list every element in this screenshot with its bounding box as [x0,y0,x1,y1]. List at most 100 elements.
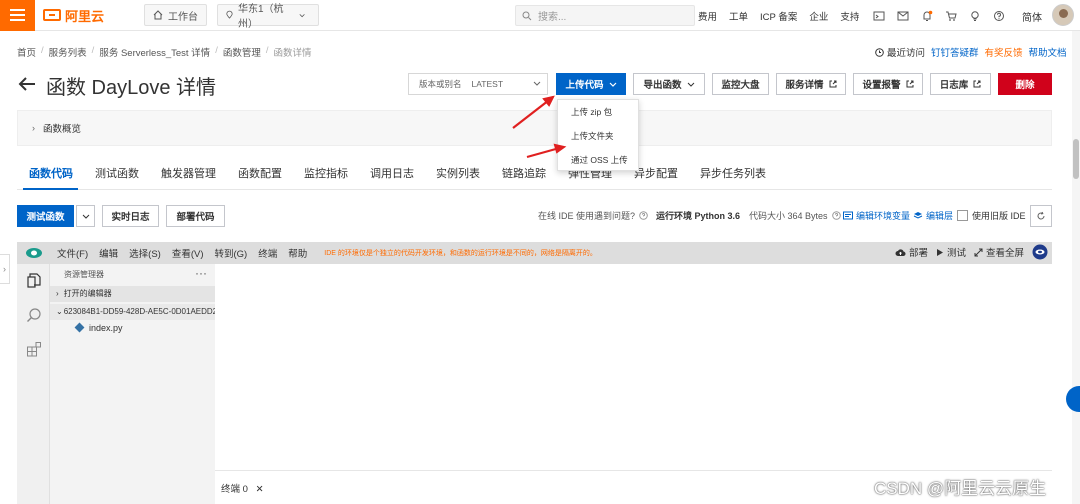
lightbulb-icon[interactable] [964,5,986,27]
tab-async-task-list[interactable]: 异步任务列表 [689,160,777,189]
test-options-button[interactable] [76,205,95,227]
aliyun-logo[interactable]: 阿里云 [43,6,104,25]
ide-question-text: 在线 IDE 使用遇到问题? [538,211,636,221]
annotation-arrowhead-upload-button [542,95,555,107]
region-label: 华东1（杭州） [237,4,284,30]
ide-menu-file[interactable]: 文件(F) [57,246,88,260]
region-selector[interactable]: 华东1（杭州） [217,4,320,30]
link-ticket[interactable]: 工单 [729,9,748,23]
edit-env-vars-link[interactable]: 编辑环境变量 [843,209,910,222]
more-icon[interactable]: ··· [195,262,207,284]
tab-function-code[interactable]: 函数代码 [17,160,84,190]
tab-instance-list[interactable]: 实例列表 [425,160,491,189]
dingtalk-group-link[interactable]: 钉钉答疑群 [931,45,979,59]
floating-help-button[interactable] [1066,386,1080,412]
tab-trigger-management[interactable]: 触发器管理 [150,160,227,189]
help-docs-link[interactable]: 帮助文档 [1029,45,1067,59]
bell-icon[interactable] [916,5,938,27]
menu-item-upload-zip[interactable]: 上传 zip 包 [558,100,638,124]
feedback-link[interactable]: 有奖反馈 [985,45,1023,59]
workbench-button[interactable]: 工作台 [144,4,208,26]
deploy-code-button[interactable]: 部署代码 [166,205,225,227]
ide-test-button[interactable]: 测试 [936,245,966,259]
monitor-dashboard-button[interactable]: 监控大盘 [712,73,769,95]
ide-fullscreen-button[interactable]: 查看全屏 [974,245,1024,259]
explorer-icon[interactable] [17,264,50,298]
ide-deploy-label: 部署 [908,248,928,259]
service-detail-button[interactable]: 服务详情 [776,73,846,95]
expand-sidebar-handle[interactable]: › [0,254,10,284]
tab-monitor-metrics[interactable]: 监控指标 [293,160,359,189]
explorer-title: 资源管理器 [64,270,104,279]
layers-icon [913,212,923,219]
folder-section[interactable]: ⌄623084B1-DD59-428D-AE5C-0D01AEDD2AEE [50,304,215,320]
folder-name: 623084B1-DD59-428D-AE5C-0D01AEDD2AEE [63,307,215,316]
language-switch[interactable]: 简体 [1022,9,1042,24]
use-old-ide-checkbox[interactable] [957,210,968,221]
header-quick-links: 最近访问 钉钉答疑群 有奖反馈 帮助文档 [875,45,1067,59]
crumb-function-management[interactable]: 函数管理 [223,45,261,59]
ide-menu-edit[interactable]: 编辑 [99,246,118,260]
link-support[interactable]: 支持 [840,9,859,23]
refresh-icon [1037,211,1045,220]
message-icon[interactable] [892,5,914,27]
python-file-icon [74,322,85,333]
file-item[interactable]: index.py [50,320,215,337]
refresh-button[interactable] [1030,205,1052,227]
open-editors-section[interactable]: › 打开的编辑器 [50,286,215,302]
version-select[interactable]: 版本或别名 LATEST [408,73,548,95]
file-name: index.py [89,323,123,333]
tab-test-function[interactable]: 测试函数 [84,160,150,189]
crumb-service-detail[interactable]: 服务 Serverless_Test 详情 [99,45,210,59]
ide-menu-view[interactable]: 查看(V) [172,246,204,260]
link-billing[interactable]: 费用 [698,9,717,23]
top-links: 费用 工单 ICP 备案 企业 支持 [698,0,871,31]
upload-code-button[interactable]: 上传代码 [556,73,626,95]
delete-button[interactable]: 删除 [998,73,1052,95]
edit-layer-link[interactable]: 编辑层 [913,209,953,222]
realtime-log-button[interactable]: 实时日志 [102,205,159,227]
recent-visits-link[interactable]: 最近访问 [887,45,925,59]
ide-menu-selection[interactable]: 选择(S) [129,246,161,260]
link-icp[interactable]: ICP 备案 [760,9,797,23]
tab-tracing[interactable]: 链路追踪 [491,160,557,189]
ide-account-icon[interactable] [1032,244,1048,260]
export-function-button[interactable]: 导出函数 [633,73,705,95]
edit-layer-label: 编辑层 [926,211,954,221]
tab-function-config[interactable]: 函数配置 [227,160,293,189]
menu-item-upload-oss[interactable]: 通过 OSS 上传 [558,148,638,172]
upload-code-menu: 上传 zip 包 上传文件夹 通过 OSS 上传 [557,99,639,171]
crumb-home[interactable]: 首页 [17,45,36,59]
close-icon[interactable]: ✕ [256,484,264,495]
extensions-icon[interactable] [17,332,50,366]
back-arrow-icon[interactable] [17,74,37,94]
ide-help[interactable]: 在线 IDE 使用遇到问题? [538,209,648,222]
menu-icon[interactable] [0,0,35,31]
avatar[interactable] [1052,4,1074,26]
ide-menu-terminal[interactable]: 终端 [258,246,277,260]
delete-label: 删除 [1015,80,1035,91]
cloud-shell-icon[interactable] [868,5,890,27]
menu-item-upload-folder[interactable]: 上传文件夹 [558,124,638,148]
ide-deploy-button[interactable]: 部署 [895,245,928,259]
crumb-service-list[interactable]: 服务列表 [49,45,87,59]
ide-menu-goto[interactable]: 转到(G) [215,246,248,260]
scrollbar-thumb[interactable] [1073,139,1079,179]
logstore-label: 日志库 [939,80,969,91]
use-old-ide-toggle[interactable]: 使用旧版 IDE [957,209,1026,222]
open-editors-label: 打开的编辑器 [63,289,112,298]
tab-invocation-logs[interactable]: 调用日志 [359,160,425,189]
page-scrollbar[interactable] [1072,31,1080,504]
logstore-button[interactable]: 日志库 [930,73,991,95]
search-icon [522,11,532,20]
help-icon[interactable] [988,5,1010,27]
crumb-function-detail: 函数详情 [273,48,312,59]
link-enterprise[interactable]: 企业 [809,9,828,23]
ide-menu-help[interactable]: 帮助 [288,246,307,260]
search-input[interactable]: 搜索... [515,5,695,26]
function-overview-panel[interactable]: › 函数概览 [17,110,1052,146]
test-function-button[interactable]: 测试函数 [17,205,74,227]
set-alarm-button[interactable]: 设置报警 [853,73,923,95]
search-icon[interactable] [17,298,50,332]
cart-icon[interactable] [940,5,962,27]
